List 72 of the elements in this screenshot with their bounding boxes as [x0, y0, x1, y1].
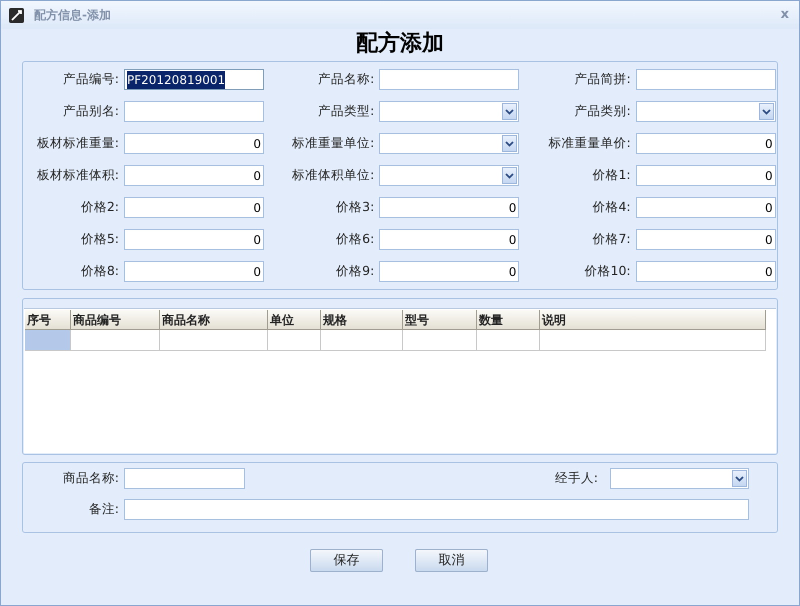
field-label: 板材标准体积: [36, 166, 120, 184]
dropdown-field[interactable] [636, 101, 776, 122]
field-label: 备注: [88, 500, 120, 518]
dropdown-field[interactable] [379, 165, 520, 186]
column-header[interactable]: 序号 [25, 310, 71, 330]
field-label: 板材标准重量: [36, 134, 120, 152]
input-field[interactable]: 0 [636, 133, 776, 154]
dialog-button[interactable]: 取消 [415, 549, 488, 572]
input-field[interactable]: 0 [124, 133, 264, 154]
input-field[interactable]: 0 [636, 261, 776, 282]
field-label: 产品类型: [317, 102, 376, 120]
input-field[interactable] [124, 101, 264, 122]
dropdown-field[interactable] [610, 468, 749, 489]
dropdown-field[interactable] [379, 133, 520, 154]
chevron-down-icon [505, 140, 514, 146]
dropdown-button[interactable] [502, 167, 518, 184]
column-header[interactable]: 型号 [403, 310, 477, 330]
column-header[interactable]: 说明 [540, 310, 766, 330]
input-field[interactable]: 0 [379, 229, 520, 250]
dialog-button[interactable]: 保存 [310, 549, 383, 572]
field-label: 产品简拼: [573, 70, 632, 88]
input-field[interactable]: PF20120819001 [124, 69, 264, 90]
field-label: 价格8: [80, 262, 120, 280]
field-label: 标准重量单价: [547, 134, 632, 152]
input-field[interactable]: 0 [636, 229, 776, 250]
input-field[interactable]: 0 [379, 197, 520, 218]
input-field[interactable] [124, 468, 245, 489]
chevron-down-icon [735, 476, 744, 482]
form-heading: 配方添加 [355, 29, 445, 58]
input-field[interactable]: 0 [379, 261, 520, 282]
field-label: 产品编号: [62, 70, 120, 88]
dropdown-field[interactable] [379, 101, 520, 122]
column-header[interactable]: 规格 [321, 310, 403, 330]
field-label: 产品名称: [317, 70, 376, 88]
field-label: 标准重量单位: [291, 134, 376, 152]
field-label: 商品名称: [62, 469, 120, 488]
input-field[interactable] [124, 499, 749, 520]
column-header[interactable]: 单位 [268, 310, 321, 330]
field-label: 价格2: [80, 198, 120, 216]
field-label: 价格4: [591, 198, 632, 216]
field-label: 价格5: [80, 230, 120, 248]
field-label: 价格9: [335, 262, 376, 280]
window-title: 配方信息-添加 [34, 7, 111, 24]
column-header[interactable]: 商品编号 [71, 310, 160, 330]
field-label: 经手人: [554, 469, 598, 488]
chevron-down-icon [505, 108, 514, 114]
dropdown-button[interactable] [758, 103, 774, 120]
dropdown-button[interactable] [502, 103, 518, 120]
field-label: 产品别名: [62, 102, 120, 120]
input-field[interactable]: 0 [124, 197, 264, 218]
input-field[interactable] [379, 69, 520, 90]
field-label: 价格7: [591, 230, 632, 248]
field-label: 标准体积单位: [291, 166, 376, 184]
field-label: 价格3: [335, 198, 376, 216]
input-field[interactable]: 0 [124, 229, 264, 250]
field-label: 价格6: [335, 230, 376, 248]
chevron-down-icon [762, 108, 771, 114]
column-header[interactable]: 商品名称 [160, 310, 268, 330]
field-label: 产品类别: [573, 102, 632, 120]
column-header[interactable]: 数量 [477, 310, 540, 330]
field-label: 价格1: [591, 166, 632, 184]
dropdown-button[interactable] [732, 470, 747, 487]
input-field[interactable] [636, 69, 776, 90]
table-cell [477, 330, 540, 351]
input-field[interactable]: 0 [124, 165, 264, 186]
input-field[interactable]: 0 [636, 197, 776, 218]
chevron-down-icon [505, 172, 514, 178]
field-label: 价格10: [584, 262, 632, 280]
input-field[interactable]: 0 [124, 261, 264, 282]
input-field[interactable]: 0 [636, 165, 776, 186]
dropdown-button[interactable] [502, 135, 518, 152]
table-cell [268, 330, 321, 351]
